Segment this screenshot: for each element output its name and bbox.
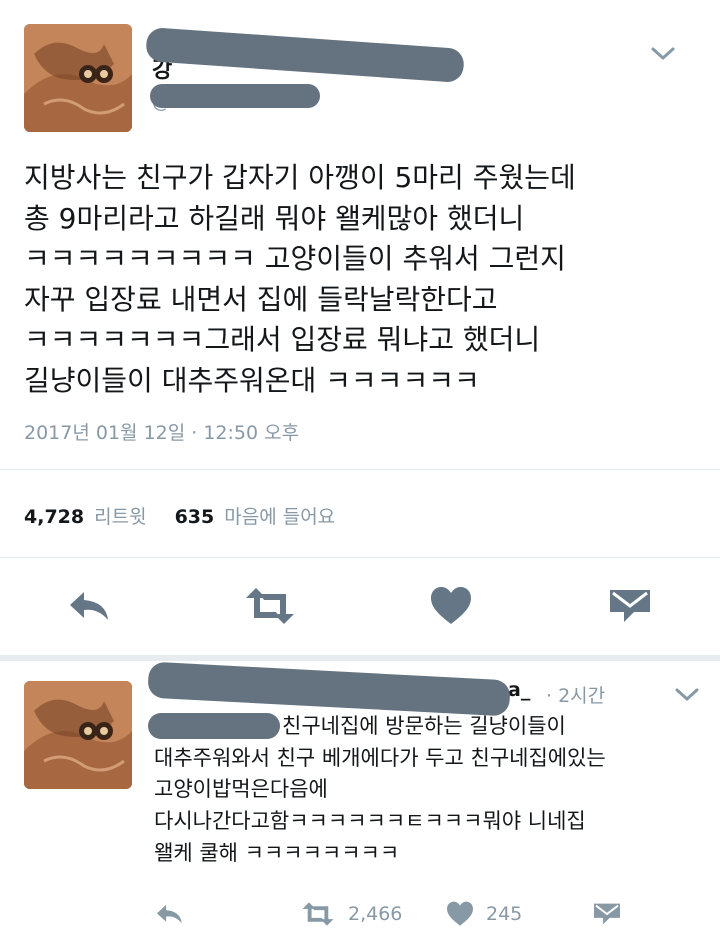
divider <box>0 469 720 470</box>
handle-redaction <box>150 84 320 108</box>
reply-text-line: 다시나간다고함ㅋㅋㅋㅋㅋㅋㅌㅋㅋㅋ뭐야 니네집 <box>154 809 586 834</box>
reply-retweet-button[interactable]: 2,466 <box>300 901 402 927</box>
like-icon <box>431 587 471 624</box>
retweet-icon <box>302 902 334 926</box>
reply-icon <box>70 592 108 620</box>
reply-tweet[interactable]: a_ · 2시간 친구네집에 방문하는 길냥이들이 대추주워와서 친구 베개에다… <box>0 661 720 948</box>
reply-retweet-count: 2,466 <box>348 903 403 925</box>
tweet-text-line: 길냥이들이 대추주워온대 ㅋㅋㅋㅋㅋㅋ <box>24 363 480 397</box>
direct-message-button[interactable] <box>608 586 652 626</box>
avatar-image <box>24 24 132 132</box>
divider <box>0 557 720 558</box>
reply-dm-button[interactable] <box>592 901 622 927</box>
reply-button[interactable] <box>66 586 114 626</box>
like-count[interactable]: 635 <box>175 506 215 528</box>
reply-text-line: 친구네집에 방문하는 길냥이들이 <box>282 714 566 738</box>
tweet-text-line: ㅋㅋㅋㅋㅋㅋㅋ그래서 입장료 뭐냐고 했더니 <box>24 323 541 357</box>
reply-time: · 2시간 <box>546 685 606 707</box>
avatar-image <box>24 681 132 789</box>
tweet-text-line: 자꾸 입장료 내면서 집에 들락날락한다고 <box>24 282 498 316</box>
reply-text-line: 왤케 쿨해 ㅋㅋㅋㅋㅋㅋㅋㅋ <box>154 840 400 865</box>
reply-reply-button[interactable] <box>154 901 186 927</box>
reply-name-visible-end: a_ <box>508 679 531 701</box>
reply-like-count: 245 <box>486 903 523 925</box>
tweet-timestamp: 2017년 01월 12일 · 12:50 오후 <box>24 422 300 444</box>
like-button[interactable] <box>430 586 472 626</box>
retweet-button[interactable] <box>242 586 298 626</box>
tweet-stats: 4,728 리트윗 635 마음에 들어요 <box>24 502 335 529</box>
tweet-action-bar <box>0 580 720 636</box>
reply-like-button[interactable]: 245 <box>446 901 522 927</box>
tweet-text-line: ㅋㅋㅋㅋㅋㅋㅋㅋㅋ 고양이들이 추워서 그런지 <box>24 242 566 276</box>
like-icon <box>447 901 473 926</box>
main-tweet: 강 a @ 지방사는 친구가 갑자기 아깽이 5마리 주웠는데 총 9마리라고 … <box>0 0 720 660</box>
direct-message-icon <box>610 590 650 622</box>
reply-avatar[interactable] <box>24 681 132 789</box>
avatar[interactable] <box>24 24 132 132</box>
retweet-count[interactable]: 4,728 <box>24 506 84 528</box>
reply-text: 친구네집에 방문하는 길냥이들이 대추주워와서 친구 베개에다가 두고 친구네집… <box>154 711 714 870</box>
tweet-text-line: 총 9마리라고 하길래 뭐야 왤케많아 했더니 <box>24 201 525 235</box>
reply-icon <box>157 904 182 924</box>
reply-name-redaction <box>147 661 511 717</box>
chevron-down-icon[interactable] <box>672 685 702 705</box>
tweet-text-line: 지방사는 친구가 갑자기 아깽이 5마리 주웠는데 <box>24 161 576 194</box>
retweet-icon <box>246 588 294 624</box>
reply-text-line: 고양이밥먹은다음에 <box>154 777 328 802</box>
direct-message-icon <box>594 903 620 925</box>
display-name-redaction <box>145 26 465 84</box>
tweet-text: 지방사는 친구가 갑자기 아깽이 5마리 주웠는데 총 9마리라고 하길래 뭐야… <box>24 158 704 402</box>
retweet-label[interactable]: 리트윗 <box>94 506 146 528</box>
reply-action-bar: 2,466 245 <box>0 897 720 931</box>
chevron-down-icon[interactable] <box>648 44 678 64</box>
reply-text-line: 대추주워와서 친구 베개에다가 두고 친구네집에있는 <box>154 745 606 770</box>
like-label[interactable]: 마음에 들어요 <box>224 506 335 528</box>
